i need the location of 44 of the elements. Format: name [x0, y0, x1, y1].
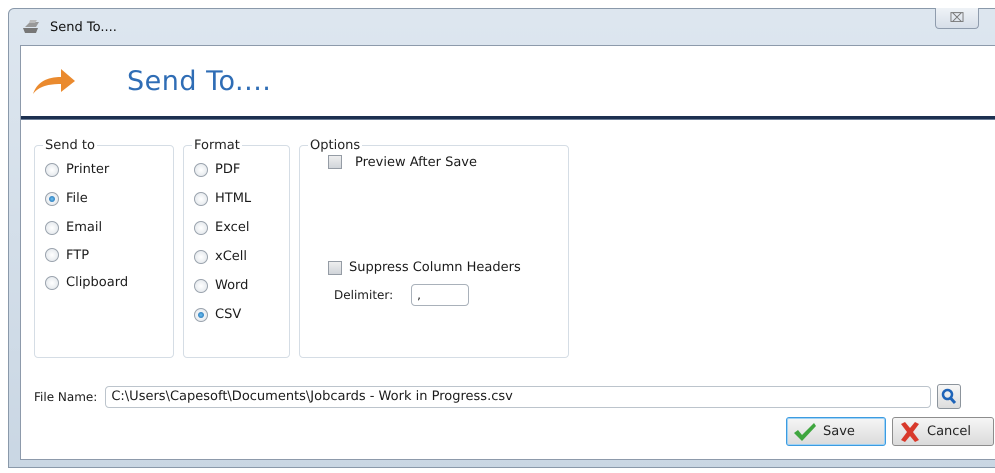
- checkbox[interactable]: [328, 261, 342, 275]
- search-button[interactable]: [937, 384, 962, 409]
- checkbox-label[interactable]: Preview After Save: [349, 155, 477, 170]
- field-label: File Name:: [34, 390, 98, 404]
- radio-button[interactable]: [194, 278, 208, 292]
- delimiter-field[interactable]: ,: [411, 284, 470, 306]
- radio-button[interactable]: [45, 162, 59, 176]
- radio-button[interactable]: [45, 192, 59, 206]
- printer-icon: [22, 19, 42, 35]
- radio-button[interactable]: [194, 220, 208, 234]
- radio-label[interactable]: Word: [215, 278, 248, 293]
- field-label: Delimiter:: [334, 288, 394, 302]
- radio-label[interactable]: File: [66, 191, 88, 206]
- search-icon: [941, 388, 958, 405]
- arrow-icon: [31, 66, 77, 96]
- radio-button[interactable]: [45, 248, 59, 262]
- radio-button[interactable]: [194, 308, 208, 322]
- radio-label[interactable]: CSV: [215, 307, 242, 322]
- radio-button[interactable]: [194, 192, 208, 206]
- dialog-heading: Send To....: [127, 66, 272, 96]
- radio-label[interactable]: Excel: [215, 220, 250, 235]
- window-title: Send To....: [50, 20, 117, 34]
- checkmark-icon: [793, 422, 817, 442]
- radio-label[interactable]: Clipboard: [66, 275, 128, 290]
- radio-button[interactable]: [194, 162, 208, 176]
- radio-label[interactable]: Printer: [66, 162, 110, 177]
- radio-label[interactable]: FTP: [66, 248, 90, 262]
- close-button[interactable]: ⌧: [935, 8, 979, 29]
- checkbox-label[interactable]: Suppress Column Headers: [349, 260, 521, 275]
- radio-button[interactable]: [45, 220, 59, 234]
- cancel-button[interactable]: Cancel: [892, 417, 994, 446]
- save-button[interactable]: Save: [786, 417, 886, 446]
- group-title: Send to: [44, 138, 96, 153]
- file-name-field[interactable]: C:\Users\Capesoft\Documents\Jobcards - Work in Progress.csv: [105, 386, 932, 408]
- radio-label[interactable]: Email: [66, 220, 102, 235]
- radio-button[interactable]: [45, 276, 59, 290]
- radio-label[interactable]: PDF: [215, 162, 240, 177]
- checkbox[interactable]: [328, 155, 342, 169]
- x-icon: [899, 422, 921, 442]
- group-title: Options: [309, 138, 362, 153]
- group-title: Format: [193, 138, 241, 153]
- radio-label[interactable]: xCell: [215, 249, 247, 264]
- radio-button[interactable]: [194, 250, 208, 264]
- radio-label[interactable]: HTML: [215, 191, 252, 206]
